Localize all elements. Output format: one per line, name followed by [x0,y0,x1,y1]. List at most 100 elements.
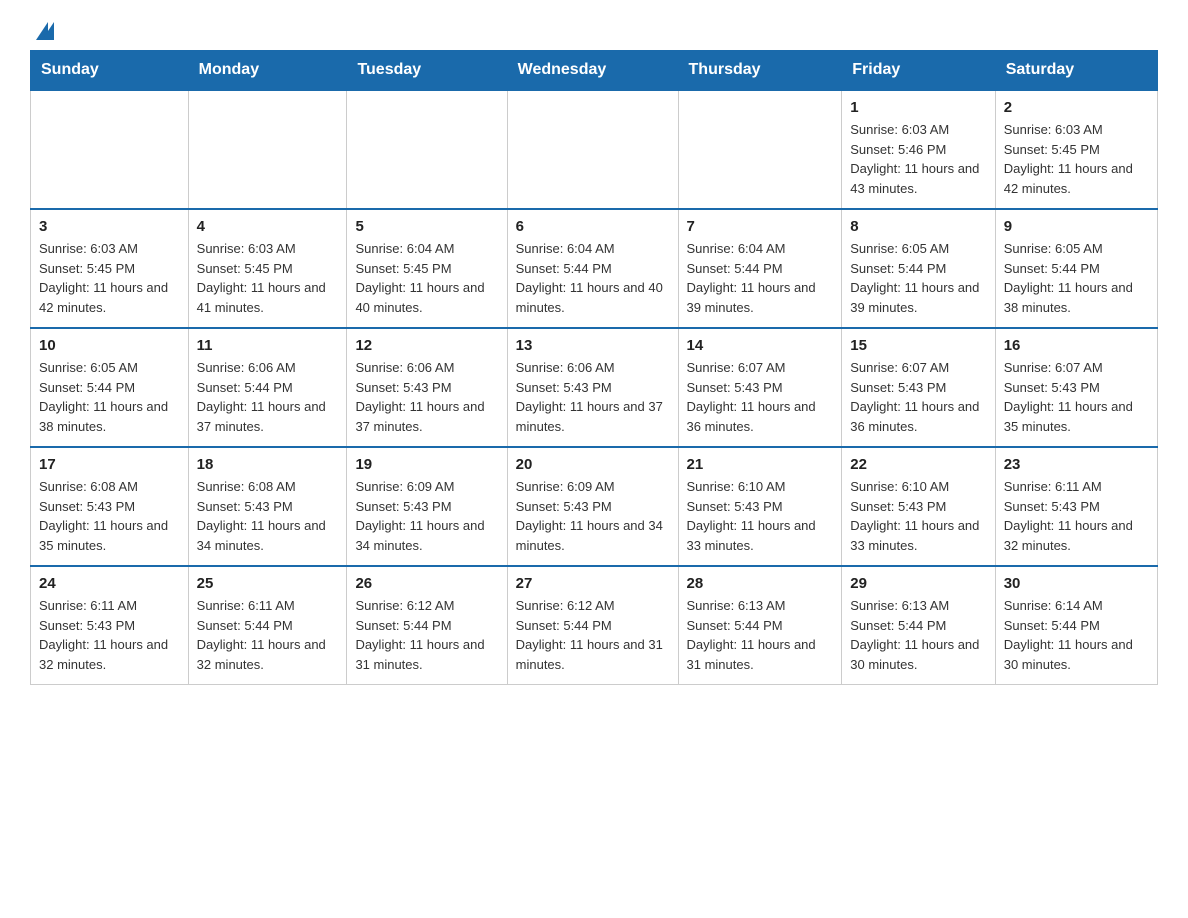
weekday-header-saturday: Saturday [995,51,1157,91]
day-info: Sunrise: 6:05 AM Sunset: 5:44 PM Dayligh… [39,358,180,436]
day-number: 22 [850,456,986,473]
day-number: 10 [39,337,180,354]
day-info: Sunrise: 6:03 AM Sunset: 5:46 PM Dayligh… [850,120,986,198]
calendar-week-row: 10 Sunrise: 6:05 AM Sunset: 5:44 PM Dayli… [31,328,1158,447]
day-info: Sunrise: 6:07 AM Sunset: 5:43 PM Dayligh… [687,358,834,436]
day-number: 5 [355,218,498,235]
calendar-cell: 4 Sunrise: 6:03 AM Sunset: 5:45 PM Daylig… [188,209,347,328]
day-number: 26 [355,575,498,592]
day-info: Sunrise: 6:10 AM Sunset: 5:43 PM Dayligh… [687,477,834,555]
day-info: Sunrise: 6:04 AM Sunset: 5:44 PM Dayligh… [687,239,834,317]
calendar-cell: 10 Sunrise: 6:05 AM Sunset: 5:44 PM Dayli… [31,328,189,447]
weekday-header-row: SundayMondayTuesdayWednesdayThursdayFrid… [31,51,1158,91]
calendar-week-row: 1 Sunrise: 6:03 AM Sunset: 5:46 PM Daylig… [31,90,1158,209]
weekday-header-thursday: Thursday [678,51,842,91]
day-info: Sunrise: 6:08 AM Sunset: 5:43 PM Dayligh… [197,477,339,555]
calendar-table: SundayMondayTuesdayWednesdayThursdayFrid… [30,50,1158,685]
logo [30,26,54,40]
calendar-cell: 19 Sunrise: 6:09 AM Sunset: 5:43 PM Dayli… [347,447,507,566]
day-info: Sunrise: 6:06 AM Sunset: 5:43 PM Dayligh… [516,358,670,436]
calendar-cell: 15 Sunrise: 6:07 AM Sunset: 5:43 PM Dayli… [842,328,995,447]
calendar-cell: 1 Sunrise: 6:03 AM Sunset: 5:46 PM Daylig… [842,90,995,209]
calendar-cell: 12Sunrise: 6:06 AM Sunset: 5:43 PM Dayli… [347,328,507,447]
calendar-cell: 17Sunrise: 6:08 AM Sunset: 5:43 PM Dayli… [31,447,189,566]
calendar-cell: 27 Sunrise: 6:12 AM Sunset: 5:44 PM Dayli… [507,566,678,685]
calendar-cell: 26 Sunrise: 6:12 AM Sunset: 5:44 PM Dayli… [347,566,507,685]
calendar-cell [31,90,189,209]
day-info: Sunrise: 6:10 AM Sunset: 5:43 PM Dayligh… [850,477,986,555]
day-info: Sunrise: 6:14 AM Sunset: 5:44 PM Dayligh… [1004,596,1149,674]
day-info: Sunrise: 6:11 AM Sunset: 5:43 PM Dayligh… [39,596,180,674]
calendar-cell: 11 Sunrise: 6:06 AM Sunset: 5:44 PM Dayli… [188,328,347,447]
calendar-week-row: 17 Sunrise: 6:08 AM Sunset: 5:43 PM Dayli… [31,447,1158,566]
day-number: 15 [850,337,986,354]
day-info: Sunrise: 6:13 AM Sunset: 5:44 PM Dayligh… [687,596,834,674]
calendar-cell: 5 Sunrise: 6:04 AM Sunset: 5:45 PM Daylig… [347,209,507,328]
calendar-cell [188,90,347,209]
calendar-cell: 18 Sunrise: 6:08 AM Sunset: 5:43 PM Dayli… [188,447,347,566]
day-info: Sunrise: 6:03 AM Sunset: 5:45 PM Dayligh… [1004,120,1149,198]
day-number: 2 [1004,99,1149,116]
day-info: Sunrise: 6:05 AM Sunset: 5:44 PM Dayligh… [1004,239,1149,317]
day-number: 28 [687,575,834,592]
day-info: Sunrise: 6:11 AM Sunset: 5:44 PM Dayligh… [197,596,339,674]
day-info: Sunrise: 6:12 AM Sunset: 5:44 PM Dayligh… [516,596,670,674]
day-number: 6 [516,218,670,235]
weekday-header-tuesday: Tuesday [347,51,507,91]
day-info: Sunrise: 6:04 AM Sunset: 5:44 PM Dayligh… [516,239,670,317]
day-number: 24 [39,575,180,592]
day-number: 3 [39,218,180,235]
calendar-cell: 6 Sunrise: 6:04 AM Sunset: 5:44 PM Daylig… [507,209,678,328]
calendar-cell: 29 Sunrise: 6:13 AM Sunset: 5:44 PM Dayli… [842,566,995,685]
day-info: Sunrise: 6:07 AM Sunset: 5:43 PM Dayligh… [1004,358,1149,436]
calendar-cell: 20Sunrise: 6:09 AM Sunset: 5:43 PM Dayli… [507,447,678,566]
day-info: Sunrise: 6:07 AM Sunset: 5:43 PM Dayligh… [850,358,986,436]
day-info: Sunrise: 6:09 AM Sunset: 5:43 PM Dayligh… [355,477,498,555]
day-number: 21 [687,456,834,473]
calendar-cell: 28 Sunrise: 6:13 AM Sunset: 5:44 PM Dayli… [678,566,842,685]
logo-triangle2-icon [42,22,54,40]
calendar-cell: 23Sunrise: 6:11 AM Sunset: 5:43 PM Dayli… [995,447,1157,566]
day-number: 14 [687,337,834,354]
day-number: 8 [850,218,986,235]
calendar-cell: 16 Sunrise: 6:07 AM Sunset: 5:43 PM Dayli… [995,328,1157,447]
day-number: 17 [39,456,180,473]
weekday-header-wednesday: Wednesday [507,51,678,91]
day-number: 29 [850,575,986,592]
weekday-header-friday: Friday [842,51,995,91]
calendar-cell: 7 Sunrise: 6:04 AM Sunset: 5:44 PM Daylig… [678,209,842,328]
day-info: Sunrise: 6:04 AM Sunset: 5:45 PM Dayligh… [355,239,498,317]
calendar-cell: 2 Sunrise: 6:03 AM Sunset: 5:45 PM Daylig… [995,90,1157,209]
calendar-cell [347,90,507,209]
day-info: Sunrise: 6:03 AM Sunset: 5:45 PM Dayligh… [39,239,180,317]
day-info: Sunrise: 6:05 AM Sunset: 5:44 PM Dayligh… [850,239,986,317]
day-number: 30 [1004,575,1149,592]
day-number: 11 [197,337,339,354]
day-info: Sunrise: 6:11 AM Sunset: 5:43 PM Dayligh… [1004,477,1149,555]
day-number: 27 [516,575,670,592]
day-number: 13 [516,337,670,354]
day-info: Sunrise: 6:09 AM Sunset: 5:43 PM Dayligh… [516,477,670,555]
calendar-cell: 14 Sunrise: 6:07 AM Sunset: 5:43 PM Dayli… [678,328,842,447]
day-number: 16 [1004,337,1149,354]
day-info: Sunrise: 6:03 AM Sunset: 5:45 PM Dayligh… [197,239,339,317]
weekday-header-monday: Monday [188,51,347,91]
day-number: 9 [1004,218,1149,235]
day-number: 25 [197,575,339,592]
calendar-cell: 21 Sunrise: 6:10 AM Sunset: 5:43 PM Dayli… [678,447,842,566]
day-number: 4 [197,218,339,235]
day-number: 1 [850,99,986,116]
day-number: 12 [355,337,498,354]
day-info: Sunrise: 6:13 AM Sunset: 5:44 PM Dayligh… [850,596,986,674]
calendar-cell: 24 Sunrise: 6:11 AM Sunset: 5:43 PM Dayli… [31,566,189,685]
day-info: Sunrise: 6:06 AM Sunset: 5:44 PM Dayligh… [197,358,339,436]
day-number: 19 [355,456,498,473]
calendar-cell: 22 Sunrise: 6:10 AM Sunset: 5:43 PM Dayli… [842,447,995,566]
header [30,20,1158,40]
calendar-week-row: 3 Sunrise: 6:03 AM Sunset: 5:45 PM Daylig… [31,209,1158,328]
day-number: 7 [687,218,834,235]
calendar-cell [678,90,842,209]
calendar-cell: 9 Sunrise: 6:05 AM Sunset: 5:44 PM Daylig… [995,209,1157,328]
day-number: 18 [197,456,339,473]
day-info: Sunrise: 6:12 AM Sunset: 5:44 PM Dayligh… [355,596,498,674]
